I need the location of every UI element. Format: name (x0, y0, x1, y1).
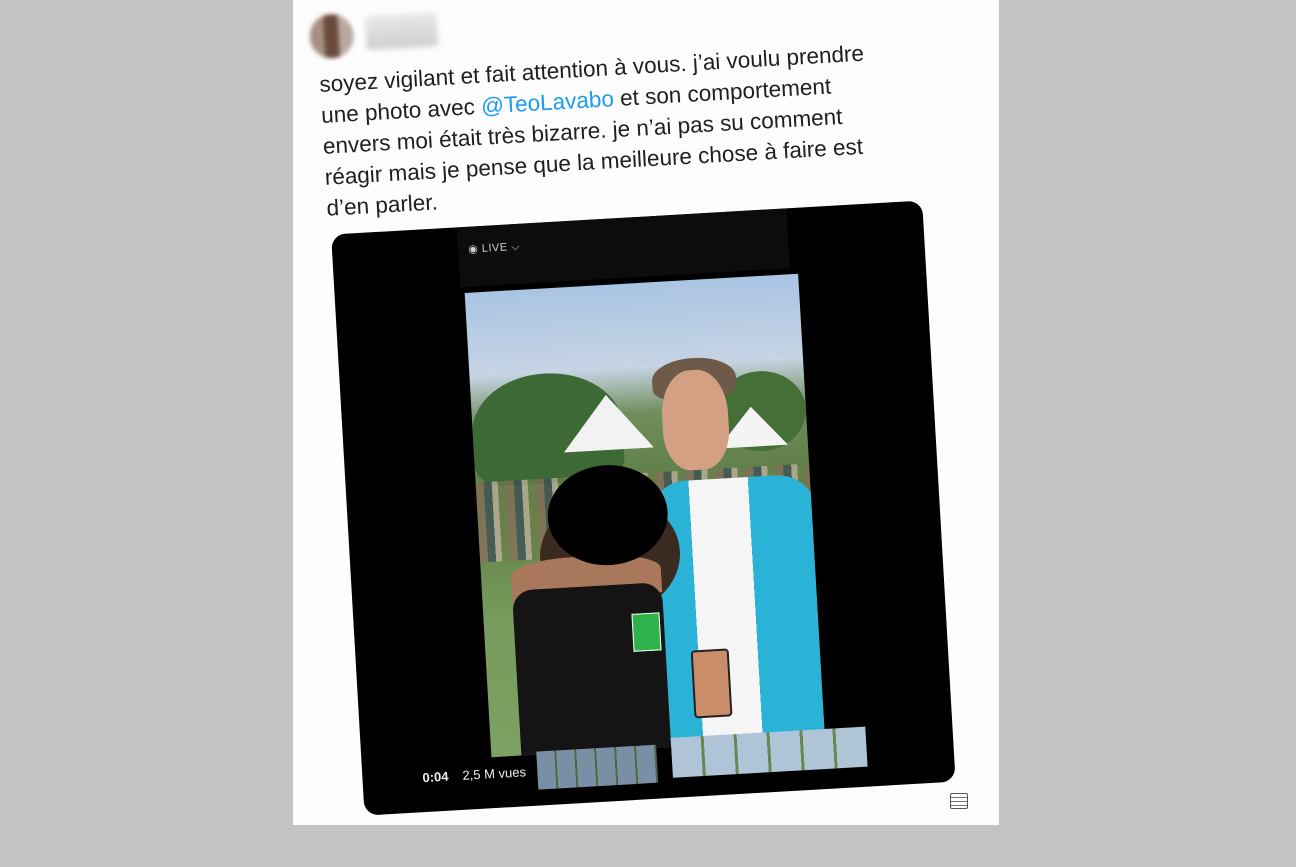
mention-link[interactable]: @TeoLavabo (480, 86, 614, 119)
video-frame[interactable] (464, 273, 825, 758)
document-icon (950, 793, 968, 809)
tent (560, 392, 654, 453)
man-shirt (645, 473, 825, 753)
author-name-blurred[interactable] (364, 12, 439, 51)
video-scrubber-thumbnails[interactable] (670, 726, 868, 778)
video-views: 2,5 M vues (462, 764, 527, 783)
tweet-text: soyez vigilant et fait attention à vous.… (319, 32, 967, 224)
phone-lanyard (690, 648, 733, 719)
tweet-card: soyez vigilant et fait attention à vous.… (300, 0, 1028, 867)
video-time: 0:04 (422, 768, 449, 786)
video-media[interactable]: ◉ LIVE ⌵ 0:04 2,5 M vues (331, 200, 956, 816)
juice-box-icon (631, 612, 662, 652)
video-scrubber-thumbnails[interactable] (536, 744, 659, 790)
author-avatar-blurred[interactable] (308, 12, 355, 60)
live-label: ◉ LIVE ⌵ (467, 240, 521, 256)
